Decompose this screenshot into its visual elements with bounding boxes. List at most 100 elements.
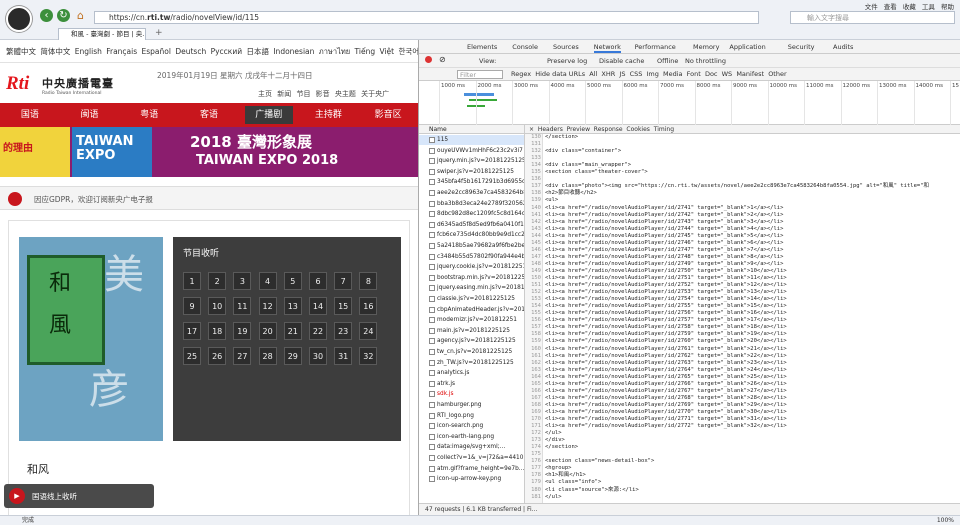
offline-checkbox[interactable]: Offline	[657, 57, 678, 65]
request-row[interactable]: cbpAnimatedHeader.js?v=2018	[419, 305, 524, 315]
episode-button[interactable]: 20	[258, 322, 277, 340]
request-row[interactable]: 345bfa4f5b1617291b3d6955d5	[419, 177, 524, 187]
request-row[interactable]: modernizr.js?v=201812251	[419, 315, 524, 325]
new-tab-button[interactable]: +	[155, 28, 163, 38]
devtools-tab[interactable]: Audits	[833, 43, 853, 51]
request-row[interactable]: agency.js?v=20181225125	[419, 336, 524, 346]
request-row[interactable]: c3484b55d57802f90fa944e4b	[419, 252, 524, 262]
episode-button[interactable]: 2	[208, 272, 227, 290]
episode-button[interactable]: 3	[233, 272, 252, 290]
episode-button[interactable]: 31	[334, 347, 353, 365]
episode-button[interactable]: 24	[359, 322, 378, 340]
request-row[interactable]: aee2e2cc8963e7ca4583264b8f	[419, 188, 524, 198]
main-nav-item[interactable]: 闽语	[60, 103, 120, 127]
request-row[interactable]: atm.gif?frame_height=9e7b...	[419, 464, 524, 474]
zoom-level[interactable]: 100%	[937, 516, 954, 525]
episode-button[interactable]: 6	[309, 272, 327, 290]
request-row[interactable]: d6345ad5f8d5ed9fb6a0410f1	[419, 220, 524, 230]
episode-button[interactable]: 30	[309, 347, 327, 365]
episode-button[interactable]: 10	[208, 297, 227, 315]
play-icon[interactable]: ▶	[9, 488, 25, 504]
request-row[interactable]: fcb6ce735d4dc80bb9e9d1cc20	[419, 230, 524, 240]
name-header[interactable]: Name	[419, 125, 524, 134]
request-row[interactable]: RTI_logo.png	[419, 411, 524, 421]
episode-button[interactable]: 7	[334, 272, 353, 290]
request-row[interactable]: jquery.easing.min.js?v=20181	[419, 283, 524, 293]
request-row[interactable]: hamburger.png	[419, 400, 524, 410]
episode-button[interactable]: 19	[233, 322, 252, 340]
episode-button[interactable]: 28	[258, 347, 277, 365]
expo-banner[interactable]: 的理由 TAIWAN EXPO 2018 臺灣形象展 TAIWAN EXPO 2…	[0, 127, 418, 177]
gdpr-notice[interactable]: 因应GDPR，欢迎订阅新央广电子报	[0, 186, 418, 210]
request-row[interactable]: icon-earth-lang.png	[419, 432, 524, 442]
address-bar[interactable]: https://cn.rti.tw/radio/novelView/id/115	[94, 11, 759, 24]
browser-menu[interactable]: 文件 查看 收藏 工具 帮助	[865, 1, 954, 11]
devtools-tab[interactable]: Memory	[693, 43, 719, 51]
request-row[interactable]: classie.js?v=20181225125	[419, 294, 524, 304]
devtools-tab[interactable]: Elements	[467, 43, 497, 51]
request-row[interactable]: bootstrap.min.js?v=20181225	[419, 273, 524, 283]
request-row[interactable]: atrk.js	[419, 379, 524, 389]
request-row[interactable]: 115	[419, 135, 524, 145]
devtools-tab[interactable]: Performance	[635, 43, 676, 51]
episode-button[interactable]: 18	[208, 322, 227, 340]
main-nav-item[interactable]: 影音区	[358, 103, 418, 127]
episode-button[interactable]: 17	[183, 322, 201, 340]
episode-button[interactable]: 15	[334, 297, 353, 315]
episode-button[interactable]: 21	[283, 322, 302, 340]
preserve-log-checkbox[interactable]: Preserve log	[547, 57, 587, 65]
main-nav-item[interactable]: 客语	[179, 103, 239, 127]
request-row[interactable]: icon-up-arrow-key.png	[419, 474, 524, 484]
filter-input[interactable]: Filter	[457, 70, 503, 79]
request-row[interactable]: jquery.min.js?v=20181225125	[419, 156, 524, 166]
episode-button[interactable]: 12	[258, 297, 277, 315]
user-avatar[interactable]	[6, 6, 32, 32]
episode-button[interactable]: 32	[359, 347, 378, 365]
main-nav-item[interactable]: 国语	[0, 103, 60, 127]
clear-icon[interactable]: ⊘	[439, 55, 446, 64]
throttle-select[interactable]: No throttling	[685, 57, 726, 65]
request-row[interactable]: jquery.cookie.js?v=201812251	[419, 262, 524, 272]
episode-button[interactable]: 4	[258, 272, 277, 290]
request-row[interactable]: icon-search.png	[419, 421, 524, 431]
episode-button[interactable]: 11	[233, 297, 252, 315]
episode-button[interactable]: 13	[283, 297, 302, 315]
devtools-tab[interactable]: Network	[593, 43, 621, 53]
episode-button[interactable]: 27	[233, 347, 252, 365]
episode-button[interactable]: 16	[359, 297, 378, 315]
request-row[interactable]: zh_TW.js?v=20181225125	[419, 358, 524, 368]
episode-button[interactable]: 1	[183, 272, 201, 290]
request-row[interactable]: analytics.js	[419, 368, 524, 378]
refresh-icon[interactable]: ↻	[57, 9, 70, 22]
main-nav-item[interactable]: 广播剧	[244, 106, 293, 124]
main-nav-item[interactable]: 粤语	[119, 103, 179, 127]
preview-tabs[interactable]: × Headers Preview Response Cookies Timin…	[525, 125, 960, 134]
search-input[interactable]: 輸入文字搜尋	[790, 11, 955, 24]
episode-button[interactable]: 29	[283, 347, 302, 365]
back-icon[interactable]: ‹	[40, 9, 53, 22]
home-icon[interactable]: ⌂	[74, 9, 87, 22]
episode-button[interactable]: 14	[309, 297, 327, 315]
request-row[interactable]: swiper.js?v=20181225125	[419, 167, 524, 177]
main-nav-item[interactable]: 主持群	[299, 103, 359, 127]
episode-button[interactable]: 5	[283, 272, 302, 290]
top-nav[interactable]: 主页 新闻 节目 影音 央主题 关于央广	[258, 89, 389, 99]
request-row[interactable]: main.js?v=20181225125	[419, 326, 524, 336]
request-row[interactable]: tw_cn.js?v=20181225125	[419, 347, 524, 357]
request-row[interactable]: data:image/svg+xml;...	[419, 442, 524, 452]
browser-tab[interactable]: 和風 - 臺灣劇 - 節目 | 央...	[58, 28, 146, 40]
episode-button[interactable]: 26	[208, 347, 227, 365]
episode-button[interactable]: 22	[309, 322, 327, 340]
request-row[interactable]: 8dbc982d8ec1209fc5c8d164c5l	[419, 209, 524, 219]
request-row[interactable]: ouyeUVWv1mHhF6c23c2v3i7	[419, 146, 524, 156]
disable-cache-checkbox[interactable]: Disable cache	[599, 57, 644, 65]
request-row[interactable]: sdk.js	[419, 389, 524, 399]
episode-button[interactable]: 9	[183, 297, 201, 315]
record-icon[interactable]	[425, 56, 432, 63]
devtools-tab[interactable]: Application	[729, 43, 765, 51]
devtools-tab[interactable]: Console	[512, 43, 538, 51]
episode-button[interactable]: 25	[183, 347, 201, 365]
devtools-tab[interactable]: Sources	[553, 43, 579, 51]
language-bar[interactable]: 繁體中文 简体中文 English Français Español Deuts…	[6, 46, 418, 58]
request-row[interactable]: bba3b8d3eca24e2789f3205621	[419, 199, 524, 209]
